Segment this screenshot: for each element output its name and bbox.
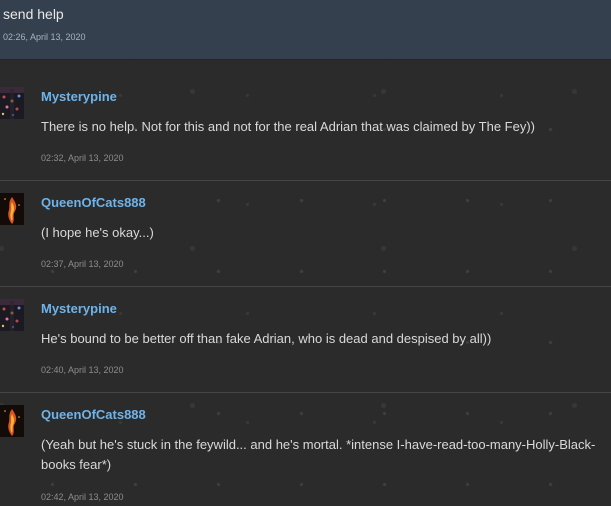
flame-avatar[interactable] (0, 193, 24, 225)
comment: Mysterypine He's bound to be better off … (0, 285, 611, 391)
author-name[interactable]: QueenOfCats888 (41, 407, 146, 422)
author-name[interactable]: Mysterypine (41, 301, 117, 316)
comment-timestamp: 02:42, April 13, 2020 (41, 492, 124, 502)
author-name[interactable]: Mysterypine (41, 89, 117, 104)
post-text: send help (3, 6, 64, 22)
comment-timestamp: 02:32, April 13, 2020 (41, 153, 124, 163)
author-name[interactable]: QueenOfCats888 (41, 195, 146, 210)
comment-timestamp: 02:37, April 13, 2020 (41, 259, 124, 269)
comment-text: There is no help. Not for this and not f… (41, 119, 536, 134)
original-post: send help 02:26, April 13, 2020 (0, 0, 611, 60)
comment: Mysterypine There is no help. Not for th… (0, 73, 611, 179)
comment: QueenOfCats888 (Yeah but he's stuck in t… (0, 391, 611, 506)
flame-avatar[interactable] (0, 405, 24, 437)
comment-text: He's bound to be better off than fake Ad… (41, 331, 492, 346)
post-timestamp: 02:26, April 13, 2020 (3, 32, 86, 42)
comment-timestamp: 02:40, April 13, 2020 (41, 365, 124, 375)
comment-text: (Yeah but he's stuck in the feywild... a… (41, 437, 596, 472)
comment-text: (I hope he's okay...) (41, 225, 154, 240)
pine-avatar[interactable] (0, 299, 24, 331)
comment: QueenOfCats888 (I hope he's okay...) 02:… (0, 179, 611, 285)
pine-avatar[interactable] (0, 87, 24, 119)
